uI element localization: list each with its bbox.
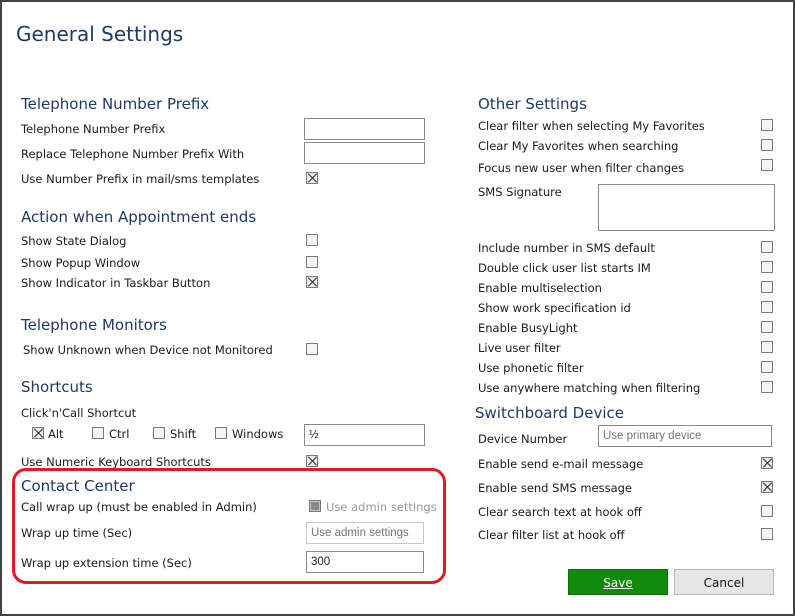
phonetic-label: Use phonetic filter (478, 361, 584, 375)
replace-prefix-label: Replace Telephone Number Prefix With (21, 147, 245, 161)
numeric-shortcuts-checkbox[interactable] (306, 455, 318, 467)
double-click-checkbox[interactable] (761, 261, 773, 273)
shift-label: Shift (170, 427, 197, 441)
include-number-checkbox[interactable] (761, 241, 773, 253)
clear-filter-checkbox[interactable] (761, 528, 773, 540)
other-settings-heading: Other Settings (478, 95, 587, 113)
multiselection-checkbox[interactable] (761, 281, 773, 293)
clear-fav-search-label: Clear My Favorites when searching (478, 139, 679, 153)
show-state-checkbox[interactable] (306, 234, 318, 246)
cancel-button[interactable]: Cancel (674, 569, 774, 595)
sms-signature-label: SMS Signature (478, 185, 562, 199)
anywhere-checkbox[interactable] (761, 381, 773, 393)
send-email-checkbox[interactable] (761, 457, 773, 469)
telephone-prefix-heading: Telephone Number Prefix (21, 95, 210, 113)
replace-prefix-input[interactable] (304, 142, 425, 164)
alt-label: Alt (48, 427, 64, 441)
clickncall-label: Click'n'Call Shortcut (21, 406, 137, 420)
show-popup-checkbox[interactable] (306, 256, 318, 268)
general-settings-window: General Settings Telephone Number Prefix… (0, 0, 795, 616)
save-button[interactable]: Save (568, 569, 668, 595)
send-sms-label: Enable send SMS message (478, 481, 632, 495)
device-number-label: Device Number (478, 432, 568, 446)
clear-search-checkbox[interactable] (761, 505, 773, 517)
contact-center-highlight (12, 468, 446, 584)
show-indicator-label: Show Indicator in Taskbar Button (21, 276, 211, 290)
busylight-checkbox[interactable] (761, 321, 773, 333)
show-indicator-checkbox[interactable] (306, 276, 318, 288)
double-click-label: Double click user list starts IM (478, 261, 651, 275)
show-state-label: Show State Dialog (21, 234, 127, 248)
alt-checkbox[interactable] (32, 427, 44, 439)
shortcut-key-input[interactable] (304, 424, 425, 446)
busylight-label: Enable BusyLight (478, 321, 578, 335)
switchboard-heading: Switchboard Device (475, 404, 624, 422)
show-unknown-label: Show Unknown when Device not Monitored (23, 343, 273, 357)
ctrl-checkbox[interactable] (92, 427, 104, 439)
show-popup-label: Show Popup Window (21, 256, 141, 270)
clear-search-label: Clear search text at hook off (478, 505, 642, 519)
prefix-input[interactable] (304, 118, 425, 140)
clear-filter-fav-checkbox[interactable] (761, 119, 773, 131)
shift-checkbox[interactable] (153, 427, 165, 439)
live-filter-label: Live user filter (478, 341, 561, 355)
live-filter-checkbox[interactable] (761, 341, 773, 353)
page-title: General Settings (16, 22, 184, 46)
use-prefix-label: Use Number Prefix in mail/sms templates (21, 172, 260, 186)
windows-label: Windows (232, 427, 284, 441)
anywhere-label: Use anywhere matching when filtering (478, 381, 701, 395)
ctrl-label: Ctrl (109, 427, 130, 441)
work-spec-label: Show work specification id (478, 301, 631, 315)
multiselection-label: Enable multiselection (478, 281, 602, 295)
clear-filter-label: Clear filter list at hook off (478, 528, 625, 542)
numeric-shortcuts-label: Use Numeric Keyboard Shortcuts (21, 455, 211, 469)
phonetic-checkbox[interactable] (761, 361, 773, 373)
include-number-label: Include number in SMS default (478, 241, 655, 255)
prefix-label: Telephone Number Prefix (21, 122, 166, 136)
appointment-heading: Action when Appointment ends (21, 208, 257, 226)
device-number-input[interactable] (598, 425, 772, 447)
focus-new-user-label: Focus new user when filter changes (478, 161, 685, 175)
monitors-heading: Telephone Monitors (21, 316, 167, 334)
focus-new-user-checkbox[interactable] (761, 159, 773, 171)
send-email-label: Enable send e-mail message (478, 457, 644, 471)
shortcuts-heading: Shortcuts (21, 378, 93, 396)
windows-checkbox[interactable] (215, 427, 227, 439)
clear-fav-search-checkbox[interactable] (761, 139, 773, 151)
sms-signature-input[interactable] (598, 184, 775, 231)
clear-filter-fav-label: Clear filter when selecting My Favorites (478, 119, 705, 133)
use-prefix-checkbox[interactable] (306, 172, 318, 184)
send-sms-checkbox[interactable] (761, 481, 773, 493)
show-unknown-checkbox[interactable] (306, 343, 318, 355)
work-spec-checkbox[interactable] (761, 301, 773, 313)
